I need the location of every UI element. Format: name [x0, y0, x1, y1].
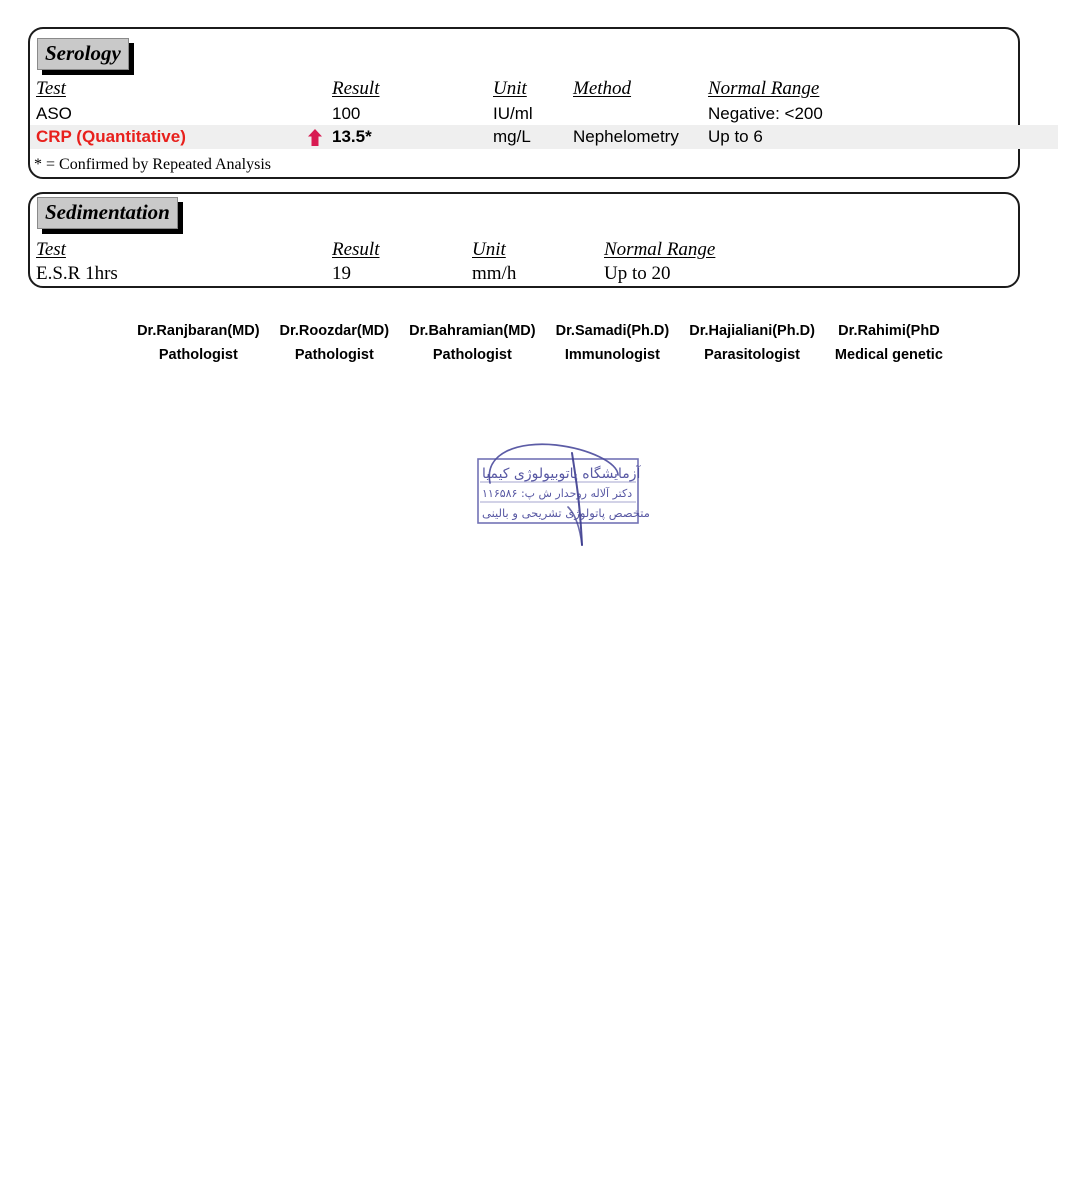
signatories-row: Dr.Ranjbaran(MD) Pathologist Dr.Roozdar(…	[0, 320, 1080, 368]
test-normal-range: Negative: <200	[708, 104, 823, 123]
column-header-test: Test	[36, 239, 66, 260]
test-result: 19	[332, 263, 351, 284]
column-header-test: Test	[36, 78, 66, 99]
signatory-name: Dr.Samadi(Ph.D)	[555, 323, 670, 339]
table-row: E.S.R 1hrs 19 mm/h Up to 20	[0, 263, 1080, 285]
test-name: CRP (Quantitative)	[36, 127, 186, 146]
signatory-role: Pathologist	[432, 347, 512, 363]
signatory-name: Dr.Bahramian(MD)	[409, 323, 536, 339]
signatory-name: Dr.Rahimi(PhD	[838, 323, 940, 339]
column-header-unit: Unit	[493, 78, 527, 99]
signatory-role: Parasitologist	[704, 347, 801, 363]
sedimentation-header-row: Test Result Unit Normal Range	[0, 239, 1080, 261]
stamp-text-line-2: دکتر آلاله روحدار ش پ: ۱۱۶۵۸۶	[482, 487, 633, 500]
serology-footnote: * = Confirmed by Repeated Analysis	[34, 156, 271, 173]
column-header-method: Method	[573, 78, 632, 99]
signatory-3: Dr.Bahramian(MD) Pathologist	[399, 320, 546, 368]
signatory-name: Dr.Roozdar(MD)	[279, 323, 390, 339]
test-name: E.S.R 1hrs	[36, 263, 118, 284]
test-normal-range: Up to 6	[708, 127, 763, 146]
signatory-5: Dr.Hajialiani(Ph.D) Parasitologist	[679, 320, 825, 368]
test-unit: IU/ml	[493, 104, 533, 123]
table-row: ASO 100 IU/ml Negative: <200	[0, 103, 1080, 125]
test-unit: mg/L	[493, 127, 531, 146]
test-name: ASO	[36, 104, 72, 123]
test-result: 13.5*	[332, 127, 372, 146]
signatory-4: Dr.Samadi(Ph.D) Immunologist	[546, 320, 680, 368]
test-result: 100	[332, 104, 361, 123]
section-title-serology: Serology	[37, 38, 129, 70]
signatory-role: Immunologist	[564, 347, 660, 363]
stamp-text-line-1: آزمایشگاه پاتوبیولوژی کیمیا	[482, 466, 641, 482]
signatory-role: Pathologist	[158, 347, 238, 363]
test-normal-range: Up to 20	[604, 263, 671, 284]
signatory-role: Pathologist	[294, 347, 374, 363]
column-header-unit: Unit	[472, 239, 506, 260]
laboratory-stamp: آزمایشگاه پاتوبیولوژی کیمیا دکتر آلاله ر…	[468, 437, 653, 549]
test-method: Nephelometry	[573, 127, 679, 146]
up-arrow-icon	[308, 129, 322, 146]
section-title-sedimentation: Sedimentation	[37, 197, 178, 229]
column-header-normal-range: Normal Range	[708, 78, 820, 99]
signatory-name: Dr.Ranjbaran(MD)	[137, 323, 260, 339]
signatory-1: Dr.Ranjbaran(MD) Pathologist	[127, 320, 269, 368]
test-unit: mm/h	[472, 263, 517, 284]
signatory-2: Dr.Roozdar(MD) Pathologist	[270, 320, 400, 368]
stamp-text-line-3: متخصص پاتولوژی تشریحی و بالینی	[482, 506, 650, 520]
signatory-role: Medical genetic	[834, 347, 943, 363]
serology-header-row: Test Result Unit Method Normal Range	[0, 78, 1080, 100]
signatory-name: Dr.Hajialiani(Ph.D)	[689, 323, 815, 339]
column-header-result: Result	[332, 78, 380, 99]
column-header-normal-range: Normal Range	[604, 239, 716, 260]
column-header-result: Result	[332, 239, 380, 260]
signatory-6: Dr.Rahimi(PhD Medical genetic	[825, 320, 953, 368]
table-row: CRP (Quantitative) 13.5* mg/L Nephelomet…	[0, 126, 1080, 148]
